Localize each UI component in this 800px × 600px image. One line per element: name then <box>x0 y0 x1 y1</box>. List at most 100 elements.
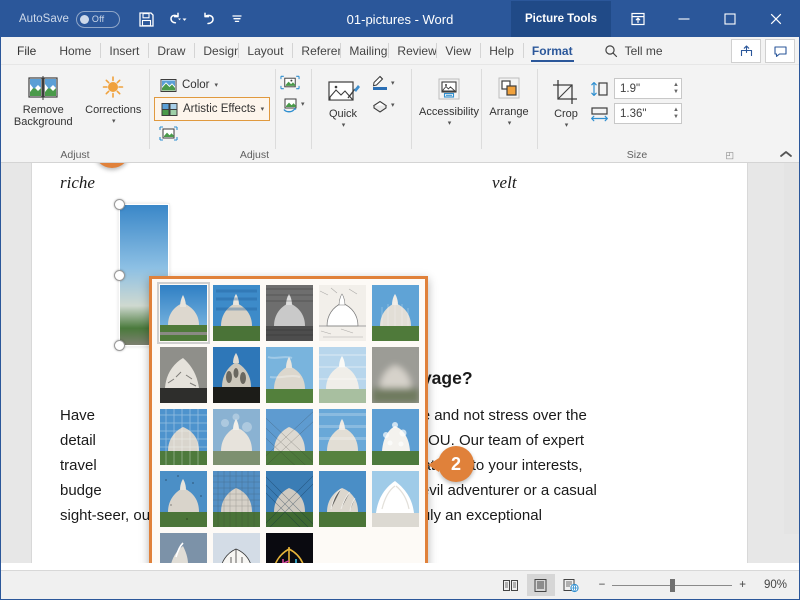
quick-styles-button[interactable]: Quick ▾ <box>316 72 370 132</box>
autosave-toggle[interactable]: Off <box>75 10 120 28</box>
reset-picture-icon[interactable] <box>280 95 300 113</box>
zoom-slider[interactable] <box>612 578 733 592</box>
change-picture-icon[interactable] <box>280 73 300 91</box>
autosave-label: AutoSave <box>19 13 69 25</box>
effect-plastic-wrap[interactable] <box>319 471 366 527</box>
alt-text-button[interactable]: Accessibility ▾ <box>416 68 482 130</box>
callout-step-2: 2 <box>428 446 474 482</box>
zoom-in-button[interactable]: + <box>739 579 746 591</box>
zoom-out-button[interactable]: − <box>599 579 606 591</box>
effect-pastels-smooth[interactable] <box>319 409 366 465</box>
tab-view[interactable]: View <box>436 37 480 64</box>
effect-paint-strokes[interactable] <box>213 347 260 403</box>
effect-glowing-edges[interactable] <box>266 533 313 563</box>
tab-review[interactable]: Review <box>388 37 436 64</box>
redo-icon[interactable] <box>196 6 222 32</box>
corrections-button[interactable]: Corrections ▾ <box>83 68 144 128</box>
tab-references[interactable]: References <box>292 37 340 64</box>
tab-format[interactable]: Format <box>522 37 582 64</box>
tab-draw[interactable]: Draw <box>148 37 194 64</box>
chevron-down-icon[interactable]: ▾ <box>112 116 116 128</box>
effect-pencil-sketch[interactable] <box>319 285 366 341</box>
artistic-effects-gallery[interactable]: Artistic Effects Options... <box>149 276 428 563</box>
zoom-control: − + 90% <box>599 578 787 592</box>
effect-pencil-grayscale[interactable] <box>266 285 313 341</box>
artistic-effects-button[interactable]: Artistic Effects ▾ <box>154 97 270 121</box>
shape-height-stepper[interactable]: ▲ ▼ <box>673 82 679 95</box>
chevron-down-icon[interactable]: ▾ <box>391 101 395 109</box>
compress-pictures-icon[interactable] <box>158 124 178 142</box>
effect-line-drawing[interactable] <box>372 285 419 341</box>
chevron-down-icon[interactable]: ▾ <box>448 118 452 130</box>
picture-border-icon[interactable] <box>370 74 390 92</box>
resize-handle-bottom-left[interactable] <box>114 340 125 351</box>
resize-handle-middle-left[interactable] <box>114 270 125 281</box>
effect-texturizer[interactable] <box>213 471 260 527</box>
chevron-down-icon[interactable]: ▾ <box>391 79 395 87</box>
read-mode-icon[interactable] <box>497 574 525 596</box>
tab-mailings[interactable]: Mailings <box>340 37 388 64</box>
ribbon-display-options-icon[interactable] <box>615 1 661 37</box>
tab-home[interactable]: Home <box>50 37 100 64</box>
effect-glowing-edges-1[interactable] <box>213 533 260 563</box>
tab-file[interactable]: File <box>1 37 50 64</box>
comments-icon[interactable] <box>765 39 795 63</box>
close-icon[interactable] <box>753 1 799 37</box>
effect-mosaic-bubbles[interactable] <box>160 409 207 465</box>
picture-effects-icon[interactable] <box>370 96 390 114</box>
effect-photocopy[interactable] <box>160 533 207 563</box>
share-icon[interactable] <box>731 39 761 63</box>
effect-paint-brush[interactable] <box>266 347 313 403</box>
customize-qat-icon[interactable] <box>224 6 250 32</box>
effect-film-grain[interactable] <box>160 471 207 527</box>
chevron-down-icon[interactable]: ▾ <box>342 120 346 132</box>
effect-crisscross-etching[interactable] <box>266 409 313 465</box>
autosave-knob <box>79 14 89 24</box>
resize-handle-top-left[interactable] <box>114 199 125 210</box>
view-buttons <box>497 574 585 596</box>
effect-blur[interactable] <box>372 347 419 403</box>
chevron-down-icon[interactable]: ▾ <box>261 105 265 113</box>
minimize-icon[interactable] <box>661 1 707 37</box>
print-layout-icon[interactable] <box>526 574 555 596</box>
size-dialog-launcher-icon[interactable]: ◰ <box>725 150 734 161</box>
shape-height-input[interactable]: 1.9" ▲ ▼ <box>614 78 682 99</box>
effect-chalk-sketch[interactable] <box>160 347 207 403</box>
tab-layout[interactable]: Layout <box>238 37 292 64</box>
save-icon[interactable] <box>134 6 160 32</box>
crop-button[interactable]: Crop ▾ <box>542 72 590 132</box>
tell-me-box[interactable]: Tell me <box>604 37 663 64</box>
tell-me-label: Tell me <box>624 43 663 58</box>
chevron-down-icon[interactable]: ▾ <box>508 118 512 130</box>
ribbon: Remove Background Corrections ▾ Adjust C… <box>1 65 799 163</box>
effect-marker[interactable] <box>213 285 260 341</box>
collapse-ribbon-icon[interactable] <box>779 149 793 159</box>
color-button[interactable]: Color ▾ <box>154 73 270 97</box>
shape-height-icon <box>590 81 609 97</box>
tab-design[interactable]: Design <box>194 37 238 64</box>
chevron-down-icon[interactable]: ▾ <box>565 120 569 132</box>
effect-glow-diffused[interactable] <box>213 409 260 465</box>
arrange-button[interactable]: Arrange ▾ <box>486 68 532 130</box>
undo-icon[interactable] <box>162 6 194 32</box>
zoom-percent-label[interactable]: 90% <box>753 579 787 591</box>
autosave-control[interactable]: AutoSave Off <box>19 10 120 28</box>
effect-cutout[interactable] <box>372 471 419 527</box>
chevron-down-icon[interactable]: ▾ <box>214 81 218 89</box>
tab-help[interactable]: Help <box>480 37 523 64</box>
tab-insert[interactable]: Insert <box>100 37 148 64</box>
shape-width-stepper[interactable]: ▲ ▼ <box>673 107 679 120</box>
chevron-down-icon[interactable]: ▾ <box>301 100 305 108</box>
effect-watercolor-sponge[interactable] <box>372 409 419 465</box>
effect-glass[interactable] <box>319 347 366 403</box>
web-layout-icon[interactable] <box>557 574 585 596</box>
vertical-scrollbar[interactable] <box>784 163 799 534</box>
contextual-tab-picture-tools[interactable]: Picture Tools <box>511 1 611 37</box>
effect-none[interactable] <box>157 282 210 344</box>
shape-width-input[interactable]: 1.36" ▲ ▼ <box>614 103 682 124</box>
zoom-slider-thumb[interactable] <box>670 578 676 592</box>
effect-light-screen[interactable] <box>266 471 313 527</box>
maximize-icon[interactable] <box>707 1 753 37</box>
document-area[interactable]: riche velt Bon Voyage? Have omewhere and… <box>1 163 799 563</box>
remove-background-button[interactable]: Remove Background <box>6 68 81 128</box>
